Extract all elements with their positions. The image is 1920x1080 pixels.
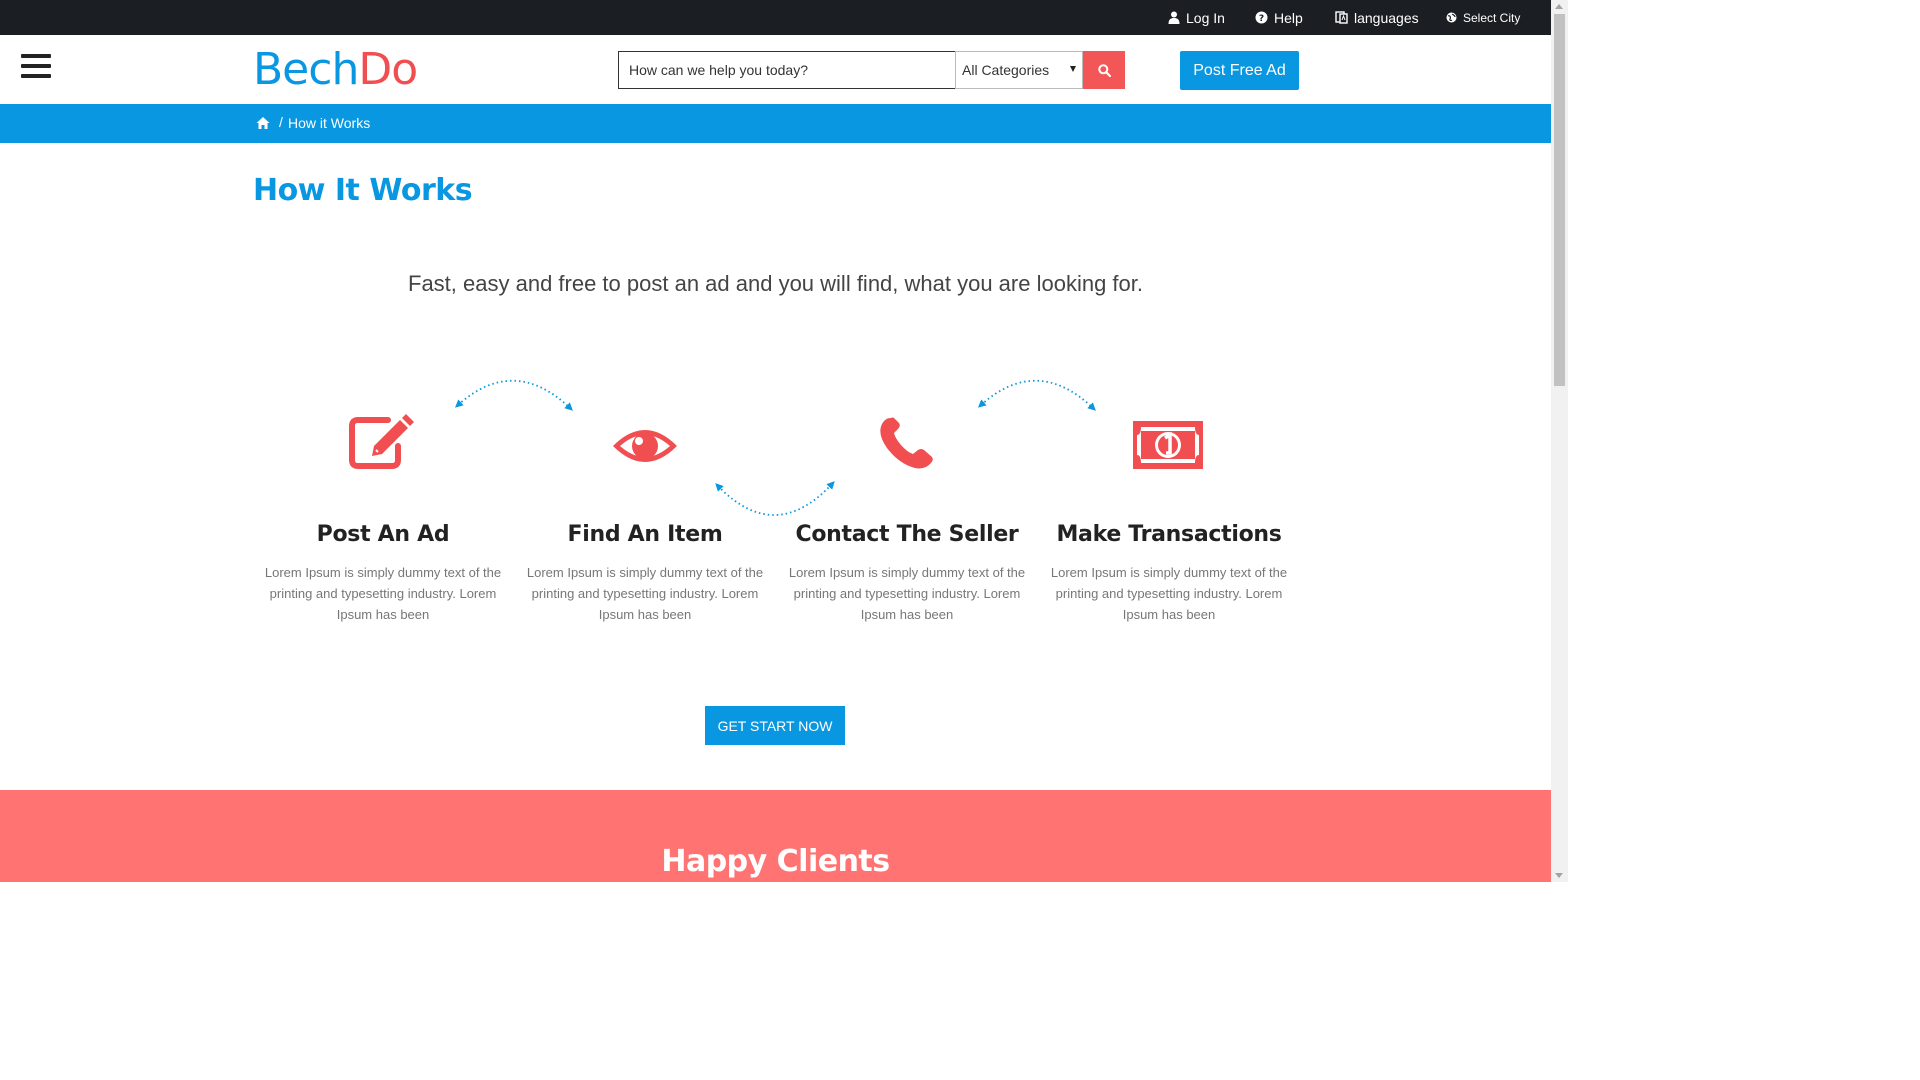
step-title-contact-seller: Contact The Seller [795, 522, 1019, 547]
select-city-label: Select City [1463, 10, 1521, 25]
logo-part-2: Do [358, 44, 418, 95]
breadcrumb: / How it Works [0, 104, 1551, 143]
category-selected: All Categories [962, 62, 1050, 78]
happy-clients-section: Happy Clients [0, 790, 1551, 882]
step-title-find-item: Find An Item [567, 522, 723, 547]
language-icon [1335, 11, 1348, 24]
breadcrumb-current: How it Works [288, 115, 371, 131]
arrow-step2-to-step3 [715, 481, 835, 516]
phone-icon [880, 417, 933, 469]
languages-label: languages [1354, 9, 1419, 26]
page: Log In ? Help languages Select City Bech… [0, 0, 1551, 882]
logo-part-1: Bech [253, 44, 359, 95]
flow-arrows [455, 379, 1096, 516]
search-input[interactable] [618, 51, 956, 89]
step-title-make-transactions: Make Transactions [1056, 522, 1282, 547]
languages-link[interactable]: languages [1335, 0, 1419, 35]
step-desc-make-transactions: Lorem Ipsum is simply dummy text of the … [1050, 565, 1288, 622]
step-desc-post-ad: Lorem Ipsum is simply dummy text of the … [264, 565, 502, 622]
step-desc-find-item: Lorem Ipsum is simply dummy text of the … [526, 565, 764, 622]
scrollbar-thumb[interactable] [1554, 14, 1565, 386]
menu-icon[interactable] [21, 54, 51, 80]
help-link[interactable]: ? Help [1255, 0, 1303, 35]
breadcrumb-separator: / [279, 114, 283, 130]
arrow-step1-to-step2 [455, 379, 573, 411]
login-label: Log In [1186, 9, 1225, 26]
page-title: How It Works [253, 173, 473, 208]
user-icon [1168, 11, 1180, 24]
svg-text:?: ? [1259, 14, 1264, 24]
search-button[interactable] [1083, 51, 1125, 89]
eye-icon [613, 430, 677, 462]
arrow-step3-to-step4 [978, 379, 1096, 411]
home-icon[interactable] [256, 116, 270, 130]
get-start-now-button[interactable]: GET START NOW [705, 706, 845, 745]
top-bar: Log In ? Help languages Select City [0, 0, 1551, 35]
step-title-post-ad: Post An Ad [316, 522, 450, 547]
post-free-ad-button[interactable]: Post Free Ad [1180, 51, 1299, 90]
category-select[interactable]: All Categories [955, 51, 1083, 89]
edit-icon [349, 414, 414, 469]
header: BechDo All Categories Post Free Ad [0, 35, 1551, 104]
question-icon: ? [1255, 11, 1268, 24]
help-label: Help [1274, 9, 1303, 26]
globe-icon [1446, 12, 1457, 23]
login-link[interactable]: Log In [1168, 0, 1225, 35]
select-city-link[interactable]: Select City [1446, 0, 1520, 35]
caret-down-icon [1070, 66, 1076, 72]
scroll-down-icon[interactable] [1555, 873, 1563, 878]
search-icon [1097, 63, 1111, 77]
money-icon [1133, 421, 1203, 469]
scroll-up-icon[interactable] [1555, 4, 1563, 9]
page-subtitle: Fast, easy and free to post an ad and yo… [408, 271, 1143, 296]
happy-clients-title: Happy Clients [661, 844, 890, 879]
logo[interactable]: BechDo [253, 44, 418, 96]
step-desc-contact-seller: Lorem Ipsum is simply dummy text of the … [788, 565, 1026, 622]
vertical-scrollbar[interactable] [1551, 0, 1568, 882]
